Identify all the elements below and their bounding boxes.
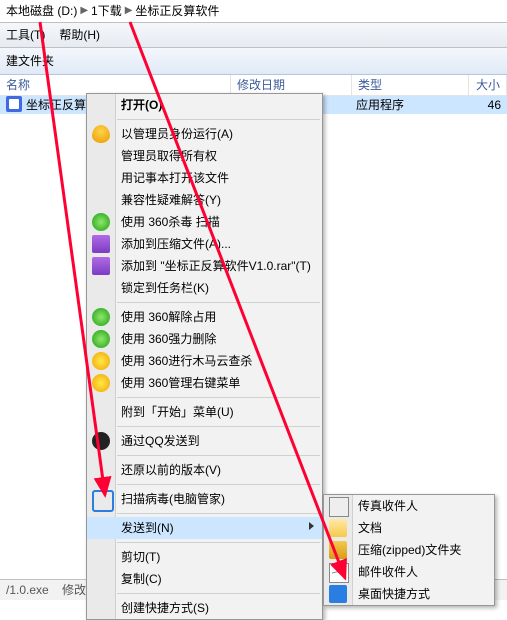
menu-item[interactable]: 添加到压缩文件(A)... <box>87 233 322 255</box>
sendto-submenu: 传真收件人文档压缩(zipped)文件夹邮件收件人桌面快捷方式 <box>323 494 495 606</box>
file-size-cell: 46 <box>466 96 507 114</box>
menu-item[interactable]: 文档 <box>324 517 494 539</box>
breadcrumb-folder2[interactable]: 坐标正反算软件 <box>135 0 219 22</box>
menu-item[interactable]: 使用 360管理右键菜单 <box>87 372 322 394</box>
menu-item[interactable]: 剪切(T) <box>87 546 322 568</box>
submenu-arrow-icon <box>309 522 314 530</box>
menu-separator <box>117 484 320 485</box>
status-file: /1.0.exe <box>6 583 49 597</box>
menu-separator <box>117 426 320 427</box>
breadcrumb-drive[interactable]: 本地磁盘 (D:) <box>6 0 77 22</box>
context-menu: 打开(O) 以管理员身份运行(A) 管理员取得所有权用记事本打开该文件兼容性疑难解答… <box>86 93 323 620</box>
menu-item-label: 还原以前的版本(V) <box>121 463 221 477</box>
menu-item[interactable]: 发送到(N) <box>87 517 322 539</box>
menubar-tools[interactable]: 工具(T) <box>6 25 45 45</box>
menu-item-label: 文档 <box>358 521 382 535</box>
menu-item[interactable]: 创建快捷方式(S) <box>87 597 322 619</box>
menu-item-label: 用记事本打开该文件 <box>121 171 229 185</box>
menu-item[interactable]: 使用 360杀毒 扫描 <box>87 211 322 233</box>
new-folder-button[interactable]: 建文件夹 <box>6 54 54 68</box>
fax-icon <box>329 497 349 517</box>
menu-item[interactable]: 兼容性疑难解答(Y) <box>87 189 322 211</box>
menu-item[interactable]: 传真收件人 <box>324 495 494 517</box>
menu-item[interactable]: 桌面快捷方式 <box>324 583 494 605</box>
menu-item[interactable]: 以管理员身份运行(A) <box>87 123 322 145</box>
menubar-help[interactable]: 帮助(H) <box>59 25 100 45</box>
menu-item-label: 邮件收件人 <box>358 565 418 579</box>
menu-item-label: 兼容性疑难解答(Y) <box>121 193 221 207</box>
menu-item-label: 发送到(N) <box>121 521 174 535</box>
menu-item[interactable]: 邮件收件人 <box>324 561 494 583</box>
menu-item-label: 使用 360管理右键菜单 <box>121 376 240 390</box>
menu-separator <box>117 302 320 303</box>
menu-item-label: 添加到 "坐标正反算软件V1.0.rar"(T) <box>121 259 311 273</box>
qq-icon <box>92 432 110 450</box>
breadcrumb[interactable]: 本地磁盘 (D:) ▶ 1下载 ▶ 坐标正反算软件 <box>0 0 507 23</box>
menu-item-label: 使用 360解除占用 <box>121 310 216 324</box>
desk-icon <box>329 585 347 603</box>
menu-item[interactable]: 使用 360解除占用 <box>87 306 322 328</box>
toolbar: 建文件夹 <box>0 48 507 75</box>
menu-item-label: 扫描病毒(电脑管家) <box>121 492 225 506</box>
menu-separator <box>117 397 320 398</box>
rar-icon <box>92 235 110 253</box>
menu-item[interactable]: 还原以前的版本(V) <box>87 459 322 481</box>
menu-item[interactable]: 添加到 "坐标正反算软件V1.0.rar"(T) <box>87 255 322 277</box>
menu-item[interactable]: 管理员取得所有权 <box>87 145 322 167</box>
menubar: 工具(T) 帮助(H) <box>0 23 507 48</box>
yell-icon <box>92 374 110 392</box>
menu-item-label: 使用 360强力删除 <box>121 332 216 346</box>
menu-item-label: 使用 360进行木马云查杀 <box>121 354 252 368</box>
column-size[interactable]: 大小 <box>469 75 507 95</box>
360-icon <box>92 213 110 231</box>
yell-icon <box>92 352 110 370</box>
menu-item-label: 锁定到任务栏(K) <box>121 281 209 295</box>
menu-item-label: 管理员取得所有权 <box>121 149 217 163</box>
menu-item[interactable]: 扫描病毒(电脑管家) <box>87 488 322 510</box>
menu-separator <box>117 455 320 456</box>
menu-item-label: 通过QQ发送到 <box>121 434 200 448</box>
chevron-right-icon: ▶ <box>80 0 88 22</box>
360-icon <box>92 308 110 326</box>
zip-icon <box>329 541 347 559</box>
menu-item-label: 复制(C) <box>121 572 162 586</box>
exe-icon <box>6 96 22 112</box>
file-name: 坐标正反算 <box>26 98 86 112</box>
mail-icon <box>329 563 349 583</box>
tencent-icon <box>92 490 114 512</box>
menu-item-label: 添加到压缩文件(A)... <box>121 237 231 251</box>
menu-item[interactable]: 使用 360强力删除 <box>87 328 322 350</box>
menu-item-label: 以管理员身份运行(A) <box>121 127 233 141</box>
menu-item[interactable]: 通过QQ发送到 <box>87 430 322 452</box>
menu-item-label: 使用 360杀毒 扫描 <box>121 215 220 229</box>
menu-item-label: 创建快捷方式(S) <box>121 601 209 615</box>
menu-item[interactable]: 压缩(zipped)文件夹 <box>324 539 494 561</box>
chevron-right-icon: ▶ <box>125 0 133 22</box>
shield-icon <box>92 125 110 143</box>
menu-item-label: 桌面快捷方式 <box>358 587 430 601</box>
column-date[interactable]: 修改日期 <box>231 75 352 95</box>
column-type[interactable]: 类型 <box>352 75 469 95</box>
menu-item-label: 传真收件人 <box>358 499 418 513</box>
menu-item-label: 压缩(zipped)文件夹 <box>358 543 461 557</box>
menu-separator <box>117 542 320 543</box>
column-name[interactable]: 名称 <box>0 75 231 95</box>
menu-item-label: 附到「开始」菜单(U) <box>121 405 234 419</box>
menu-item[interactable]: 打开(O) <box>87 94 322 116</box>
doc-icon <box>329 519 347 537</box>
menu-item[interactable]: 使用 360进行木马云查杀 <box>87 350 322 372</box>
file-type-cell: 应用程序 <box>350 96 466 114</box>
menu-item[interactable]: 复制(C) <box>87 568 322 590</box>
rar-icon <box>92 257 110 275</box>
menu-item[interactable]: 用记事本打开该文件 <box>87 167 322 189</box>
breadcrumb-folder1[interactable]: 1下载 <box>91 0 122 22</box>
menu-item-label: 打开(O) <box>121 98 162 112</box>
menu-item-label: 剪切(T) <box>121 550 160 564</box>
menu-separator <box>117 119 320 120</box>
360-icon <box>92 330 110 348</box>
menu-separator <box>117 513 320 514</box>
menu-item[interactable]: 锁定到任务栏(K) <box>87 277 322 299</box>
menu-item[interactable]: 附到「开始」菜单(U) <box>87 401 322 423</box>
menu-separator <box>117 593 320 594</box>
